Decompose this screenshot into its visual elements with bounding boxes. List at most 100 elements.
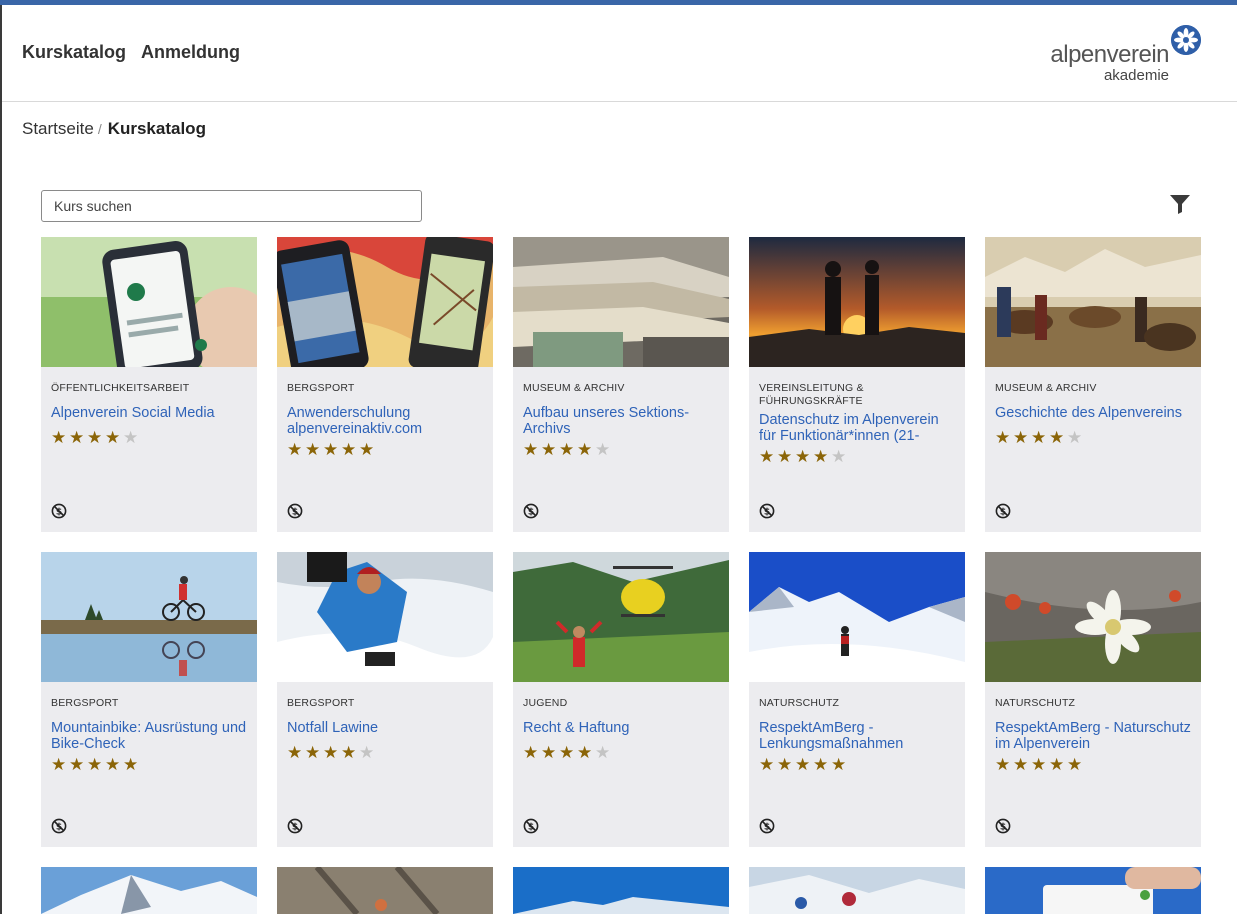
course-image-sunset-hikers	[749, 237, 965, 367]
course-category: Museum & Archiv	[995, 382, 1097, 394]
star-filled-icon: ★	[105, 428, 121, 447]
course-card[interactable]: Bergsport Anwenderschulung alpenvereinak…	[277, 237, 493, 532]
site-header: Kurskatalog Anmeldung alpenverein akadem…	[2, 5, 1237, 102]
course-title-link[interactable]: Geschichte des Alpenvereins	[995, 405, 1191, 421]
filter-funnel-icon[interactable]	[1168, 193, 1192, 215]
star-filled-icon: ★	[577, 440, 593, 459]
course-title-link[interactable]: Notfall Lawine	[287, 720, 483, 736]
star-filled-icon: ★	[105, 755, 121, 774]
rating-stars: ★ ★ ★ ★ ★	[759, 448, 849, 466]
star-empty-icon: ★	[595, 743, 611, 762]
course-title-link[interactable]: Mountainbike: Ausrüstung und Bike-Check	[51, 720, 247, 752]
logo-wordmark: alpenverein	[1050, 41, 1169, 68]
course-image-climbing	[277, 867, 493, 914]
course-image-historic-painting	[985, 237, 1201, 367]
star-filled-icon: ★	[287, 440, 303, 459]
star-filled-icon: ★	[323, 440, 339, 459]
course-category: Naturschutz	[995, 697, 1076, 709]
star-filled-icon: ★	[1049, 755, 1065, 774]
course-image-mountainbike	[41, 552, 257, 682]
course-category: Bergsport	[51, 697, 119, 709]
rating-stars: ★ ★ ★ ★ ★	[759, 756, 849, 774]
course-image-edelweiss	[985, 552, 1201, 682]
star-empty-icon: ★	[123, 428, 139, 447]
course-card[interactable]: Bergsport Mountainbike: Ausrüstung und B…	[41, 552, 257, 847]
edelweiss-emblem-icon	[1171, 25, 1201, 55]
star-filled-icon: ★	[341, 743, 357, 762]
course-title-link[interactable]: Alpenverein Social Media	[51, 405, 247, 421]
star-filled-icon: ★	[87, 755, 103, 774]
course-search-input[interactable]	[41, 190, 422, 222]
star-filled-icon: ★	[1031, 755, 1047, 774]
star-filled-icon: ★	[577, 743, 593, 762]
rating-stars: ★ ★ ★ ★ ★	[51, 756, 141, 774]
course-card[interactable]	[985, 867, 1201, 914]
course-image-membership-card	[985, 867, 1201, 914]
nav-anmeldung-link[interactable]: Anmeldung	[141, 42, 240, 63]
free-of-charge-icon: $	[759, 818, 775, 834]
star-filled-icon: ★	[995, 428, 1011, 447]
star-filled-icon: ★	[1031, 428, 1047, 447]
rating-stars: ★ ★ ★ ★ ★	[995, 756, 1085, 774]
course-card[interactable]: Naturschutz RespektAmBerg - Lenkungsmaßn…	[749, 552, 965, 847]
course-category: Bergsport	[287, 697, 355, 709]
star-filled-icon: ★	[559, 440, 575, 459]
breadcrumb-startseite-link[interactable]: Startseite	[22, 119, 94, 138]
course-card[interactable]: Museum & Archiv Geschichte des Alpenvere…	[985, 237, 1201, 532]
course-title-link[interactable]: Datenschutz im Alpenverein für Funktionä…	[759, 412, 955, 444]
star-filled-icon: ★	[541, 440, 557, 459]
star-filled-icon: ★	[287, 743, 303, 762]
breadcrumb: Startseite / Kurskatalog	[22, 119, 206, 139]
star-filled-icon: ★	[51, 428, 67, 447]
star-filled-icon: ★	[87, 428, 103, 447]
free-of-charge-icon: $	[287, 503, 303, 519]
star-filled-icon: ★	[541, 743, 557, 762]
rating-stars: ★ ★ ★ ★ ★	[995, 429, 1085, 447]
star-filled-icon: ★	[69, 428, 85, 447]
window-left-edge	[0, 5, 2, 914]
course-card[interactable]: Jugend Recht & Haftung ★ ★ ★ ★ ★ $	[513, 552, 729, 847]
course-card[interactable]	[513, 867, 729, 914]
star-filled-icon: ★	[305, 440, 321, 459]
course-title-link[interactable]: Aufbau unseres Sektions-Archivs	[523, 405, 719, 437]
course-card[interactable]: Naturschutz RespektAmBerg - Naturschutz …	[985, 552, 1201, 847]
star-filled-icon: ★	[1013, 428, 1029, 447]
star-filled-icon: ★	[1013, 755, 1029, 774]
course-title-link[interactable]: Anwenderschulung alpenvereinaktiv.com	[287, 405, 483, 437]
star-empty-icon: ★	[359, 743, 375, 762]
alpenverein-akademie-logo[interactable]: alpenverein akademie	[1041, 25, 1201, 85]
star-filled-icon: ★	[359, 440, 375, 459]
star-filled-icon: ★	[123, 755, 139, 774]
course-title-link[interactable]: RespektAmBerg - Naturschutz im Alpenvere…	[995, 720, 1191, 752]
course-title-link[interactable]: Recht & Haftung	[523, 720, 719, 736]
logo-subtitle: akademie	[1103, 67, 1169, 84]
course-card[interactable]	[41, 867, 257, 914]
course-image-alpenvereinaktiv	[277, 237, 493, 367]
star-empty-icon: ★	[831, 447, 847, 466]
course-card[interactable]	[749, 867, 965, 914]
star-filled-icon: ★	[777, 755, 793, 774]
course-title-link[interactable]: RespektAmBerg - Lenkungsmaßnahmen	[759, 720, 955, 752]
star-filled-icon: ★	[1067, 755, 1083, 774]
course-image-avalanche-rescue	[277, 552, 493, 682]
star-filled-icon: ★	[523, 743, 539, 762]
course-card[interactable]	[277, 867, 493, 914]
star-filled-icon: ★	[795, 447, 811, 466]
course-card[interactable]: Öffentlichkeitsarbeit Alpenverein Social…	[41, 237, 257, 532]
star-filled-icon: ★	[341, 440, 357, 459]
course-image-helicopter	[513, 552, 729, 682]
free-of-charge-icon: $	[523, 503, 539, 519]
rating-stars: ★ ★ ★ ★ ★	[523, 441, 613, 459]
course-card[interactable]: Bergsport Notfall Lawine ★ ★ ★ ★ ★ $	[277, 552, 493, 847]
breadcrumb-current: Kurskatalog	[107, 119, 206, 138]
course-image-winter-group	[749, 867, 965, 914]
course-image-social-media	[41, 237, 257, 367]
course-card[interactable]: Museum & Archiv Aufbau unseres Sektions-…	[513, 237, 729, 532]
star-filled-icon: ★	[777, 447, 793, 466]
course-card[interactable]: Vereinsleitung & Führungskräfte Datensch…	[749, 237, 965, 532]
course-image-snowy-peak	[41, 867, 257, 914]
course-category: Naturschutz	[759, 697, 840, 709]
course-category: Bergsport	[287, 382, 355, 394]
star-filled-icon: ★	[813, 755, 829, 774]
nav-kurskatalog-link[interactable]: Kurskatalog	[22, 42, 126, 63]
